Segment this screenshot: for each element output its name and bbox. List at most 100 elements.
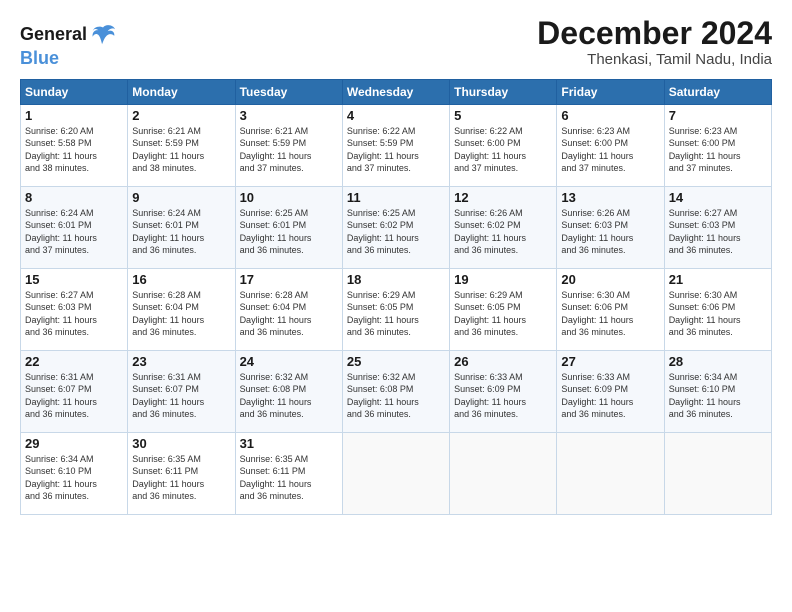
logo-general: General xyxy=(20,24,87,44)
day-cell: 18 Sunrise: 6:29 AM Sunset: 6:05 PM Dayli… xyxy=(342,268,449,350)
day-number: 18 xyxy=(347,272,445,287)
day-number: 22 xyxy=(25,354,123,369)
location-subtitle: Thenkasi, Tamil Nadu, India xyxy=(537,51,772,68)
day-cell: 27 Sunrise: 6:33 AM Sunset: 6:09 PM Dayli… xyxy=(557,350,664,432)
day-number: 21 xyxy=(669,272,767,287)
day-number: 9 xyxy=(132,190,230,205)
day-cell: 9 Sunrise: 6:24 AM Sunset: 6:01 PM Daylig… xyxy=(128,186,235,268)
logo-blue: Blue xyxy=(20,48,117,69)
day-info: Sunrise: 6:29 AM Sunset: 6:05 PM Dayligh… xyxy=(347,289,445,339)
day-cell: 16Sunrise: 6:28 AM Sunset: 6:04 PM Dayli… xyxy=(128,268,235,350)
day-cell: 17 Sunrise: 6:28 AM Sunset: 6:04 PM Dayli… xyxy=(235,268,342,350)
day-info: Sunrise: 6:22 AM Sunset: 5:59 PM Dayligh… xyxy=(347,125,445,175)
day-number: 17 xyxy=(240,272,338,287)
day-number: 4 xyxy=(347,108,445,123)
day-info: Sunrise: 6:33 AM Sunset: 6:09 PM Dayligh… xyxy=(561,371,659,421)
page: General Blue December 2024 Thenkasi, Tam… xyxy=(0,0,792,612)
day-cell: 8 Sunrise: 6:24 AM Sunset: 6:01 PM Daylig… xyxy=(21,186,128,268)
day-info: Sunrise: 6:29 AM Sunset: 6:05 PM Dayligh… xyxy=(454,289,552,339)
day-cell: 11Sunrise: 6:25 AM Sunset: 6:02 PM Dayli… xyxy=(342,186,449,268)
day-number: 24 xyxy=(240,354,338,369)
week-row-4: 22 Sunrise: 6:31 AM Sunset: 6:07 PM Dayli… xyxy=(21,350,772,432)
day-info: Sunrise: 6:21 AM Sunset: 5:59 PM Dayligh… xyxy=(132,125,230,175)
day-cell xyxy=(450,432,557,514)
day-cell: 20Sunrise: 6:30 AM Sunset: 6:06 PM Dayli… xyxy=(557,268,664,350)
day-number: 1 xyxy=(25,108,123,123)
day-info: Sunrise: 6:27 AM Sunset: 6:03 PM Dayligh… xyxy=(669,207,767,257)
day-cell: 30Sunrise: 6:35 AM Sunset: 6:11 PM Dayli… xyxy=(128,432,235,514)
day-cell: 21 Sunrise: 6:30 AM Sunset: 6:06 PM Dayli… xyxy=(664,268,771,350)
day-info: Sunrise: 6:31 AM Sunset: 6:07 PM Dayligh… xyxy=(132,371,230,421)
day-cell: 19 Sunrise: 6:29 AM Sunset: 6:05 PM Dayli… xyxy=(450,268,557,350)
day-number: 6 xyxy=(561,108,659,123)
day-info: Sunrise: 6:32 AM Sunset: 6:08 PM Dayligh… xyxy=(240,371,338,421)
day-number: 7 xyxy=(669,108,767,123)
week-row-3: 15Sunrise: 6:27 AM Sunset: 6:03 PM Dayli… xyxy=(21,268,772,350)
header-cell-sunday: Sunday xyxy=(21,79,128,104)
logo-bird-icon xyxy=(89,20,117,48)
day-info: Sunrise: 6:20 AM Sunset: 5:58 PM Dayligh… xyxy=(25,125,123,175)
day-number: 3 xyxy=(240,108,338,123)
title-block: December 2024 Thenkasi, Tamil Nadu, Indi… xyxy=(537,16,772,68)
day-number: 31 xyxy=(240,436,338,451)
day-cell: 23 Sunrise: 6:31 AM Sunset: 6:07 PM Dayli… xyxy=(128,350,235,432)
calendar-table: SundayMondayTuesdayWednesdayThursdayFrid… xyxy=(20,79,772,515)
day-number: 26 xyxy=(454,354,552,369)
header-row: SundayMondayTuesdayWednesdayThursdayFrid… xyxy=(21,79,772,104)
day-info: Sunrise: 6:22 AM Sunset: 6:00 PM Dayligh… xyxy=(454,125,552,175)
header: General Blue December 2024 Thenkasi, Tam… xyxy=(20,16,772,69)
day-cell: 2 Sunrise: 6:21 AM Sunset: 5:59 PM Daylig… xyxy=(128,104,235,186)
header-cell-tuesday: Tuesday xyxy=(235,79,342,104)
day-info: Sunrise: 6:31 AM Sunset: 6:07 PM Dayligh… xyxy=(25,371,123,421)
day-info: Sunrise: 6:35 AM Sunset: 6:11 PM Dayligh… xyxy=(240,453,338,503)
day-info: Sunrise: 6:28 AM Sunset: 6:04 PM Dayligh… xyxy=(240,289,338,339)
day-info: Sunrise: 6:35 AM Sunset: 6:11 PM Dayligh… xyxy=(132,453,230,503)
day-cell: 12 Sunrise: 6:26 AM Sunset: 6:02 PM Dayli… xyxy=(450,186,557,268)
header-cell-monday: Monday xyxy=(128,79,235,104)
day-info: Sunrise: 6:34 AM Sunset: 6:10 PM Dayligh… xyxy=(669,371,767,421)
day-cell: 7Sunrise: 6:23 AM Sunset: 6:00 PM Daylig… xyxy=(664,104,771,186)
week-row-1: 1 Sunrise: 6:20 AM Sunset: 5:58 PM Daylig… xyxy=(21,104,772,186)
day-info: Sunrise: 6:34 AM Sunset: 6:10 PM Dayligh… xyxy=(25,453,123,503)
day-cell: 22 Sunrise: 6:31 AM Sunset: 6:07 PM Dayli… xyxy=(21,350,128,432)
day-number: 23 xyxy=(132,354,230,369)
day-cell xyxy=(664,432,771,514)
day-number: 12 xyxy=(454,190,552,205)
day-cell: 14 Sunrise: 6:27 AM Sunset: 6:03 PM Dayli… xyxy=(664,186,771,268)
day-cell: 15Sunrise: 6:27 AM Sunset: 6:03 PM Dayli… xyxy=(21,268,128,350)
day-cell: 6 Sunrise: 6:23 AM Sunset: 6:00 PM Daylig… xyxy=(557,104,664,186)
day-cell: 1 Sunrise: 6:20 AM Sunset: 5:58 PM Daylig… xyxy=(21,104,128,186)
day-cell: 24 Sunrise: 6:32 AM Sunset: 6:08 PM Dayli… xyxy=(235,350,342,432)
logo: General Blue xyxy=(20,20,117,69)
day-info: Sunrise: 6:30 AM Sunset: 6:06 PM Dayligh… xyxy=(669,289,767,339)
day-number: 11 xyxy=(347,190,445,205)
header-cell-saturday: Saturday xyxy=(664,79,771,104)
day-cell: 5Sunrise: 6:22 AM Sunset: 6:00 PM Daylig… xyxy=(450,104,557,186)
day-info: Sunrise: 6:28 AM Sunset: 6:04 PM Dayligh… xyxy=(132,289,230,339)
day-info: Sunrise: 6:33 AM Sunset: 6:09 PM Dayligh… xyxy=(454,371,552,421)
header-cell-wednesday: Wednesday xyxy=(342,79,449,104)
day-cell: 26 Sunrise: 6:33 AM Sunset: 6:09 PM Dayli… xyxy=(450,350,557,432)
day-info: Sunrise: 6:24 AM Sunset: 6:01 PM Dayligh… xyxy=(25,207,123,257)
day-number: 28 xyxy=(669,354,767,369)
day-info: Sunrise: 6:30 AM Sunset: 6:06 PM Dayligh… xyxy=(561,289,659,339)
day-info: Sunrise: 6:26 AM Sunset: 6:02 PM Dayligh… xyxy=(454,207,552,257)
day-number: 19 xyxy=(454,272,552,287)
day-cell: 3Sunrise: 6:21 AM Sunset: 5:59 PM Daylig… xyxy=(235,104,342,186)
day-number: 25 xyxy=(347,354,445,369)
day-number: 27 xyxy=(561,354,659,369)
day-info: Sunrise: 6:26 AM Sunset: 6:03 PM Dayligh… xyxy=(561,207,659,257)
day-number: 2 xyxy=(132,108,230,123)
day-number: 10 xyxy=(240,190,338,205)
week-row-5: 29Sunrise: 6:34 AM Sunset: 6:10 PM Dayli… xyxy=(21,432,772,514)
day-cell: 29Sunrise: 6:34 AM Sunset: 6:10 PM Dayli… xyxy=(21,432,128,514)
day-number: 8 xyxy=(25,190,123,205)
day-info: Sunrise: 6:24 AM Sunset: 6:01 PM Dayligh… xyxy=(132,207,230,257)
day-info: Sunrise: 6:25 AM Sunset: 6:01 PM Dayligh… xyxy=(240,207,338,257)
day-number: 14 xyxy=(669,190,767,205)
day-cell: 25 Sunrise: 6:32 AM Sunset: 6:08 PM Dayli… xyxy=(342,350,449,432)
header-cell-friday: Friday xyxy=(557,79,664,104)
day-info: Sunrise: 6:23 AM Sunset: 6:00 PM Dayligh… xyxy=(561,125,659,175)
day-info: Sunrise: 6:32 AM Sunset: 6:08 PM Dayligh… xyxy=(347,371,445,421)
day-cell: 28 Sunrise: 6:34 AM Sunset: 6:10 PM Dayli… xyxy=(664,350,771,432)
